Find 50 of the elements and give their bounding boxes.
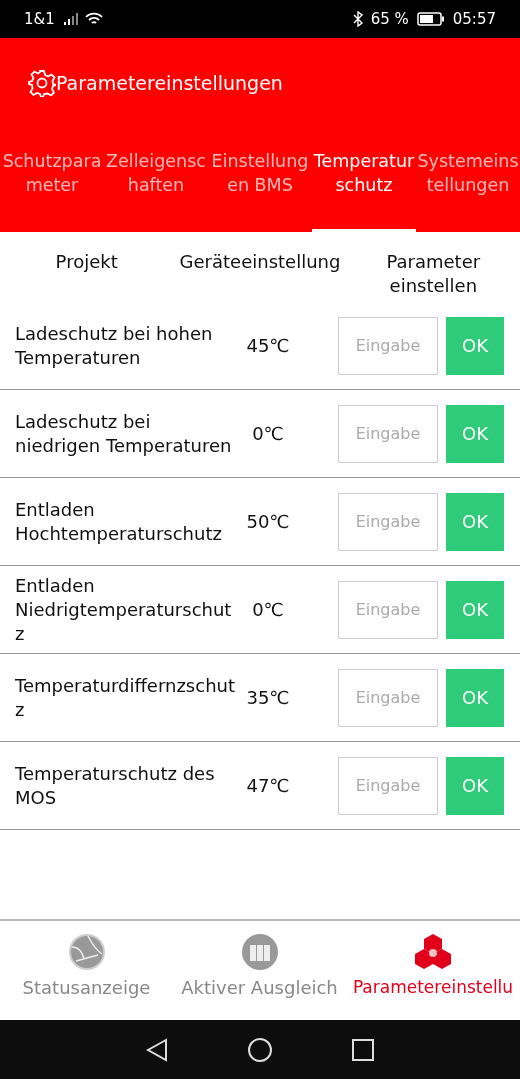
tab[interactable]: Zelleigenschaften xyxy=(104,109,208,232)
input-field[interactable]: Eingabe xyxy=(338,492,438,551)
tab[interactable]: Temperaturschutz xyxy=(312,109,416,232)
parameter-value: 0℃ xyxy=(251,599,285,620)
parameter-value: 47℃ xyxy=(245,775,291,796)
tab[interactable]: Systemeinstellungen xyxy=(416,109,520,232)
battery-icon xyxy=(416,12,445,26)
battery-cells-icon xyxy=(240,933,279,971)
column-header: Projekt xyxy=(54,250,119,274)
input-field[interactable]: Eingabe xyxy=(338,668,438,727)
ok-button[interactable]: OK xyxy=(446,756,504,815)
parameter-name: Ladeschutz bei niedrigen Temperaturen xyxy=(15,409,233,458)
tab[interactable]: Einstellungen BMS xyxy=(208,109,312,232)
wifi-icon xyxy=(84,12,103,26)
ok-button[interactable]: OK xyxy=(446,580,504,639)
bluetooth-icon xyxy=(352,11,363,27)
nav-tab[interactable]: Aktiver Ausgleich xyxy=(173,921,346,1020)
page-title: Parametereinstellungen xyxy=(56,72,283,94)
input-field[interactable]: Eingabe xyxy=(338,404,438,463)
input-field[interactable]: Eingabe xyxy=(338,316,438,375)
globe-icon xyxy=(67,933,106,971)
clock-time: 05:57 xyxy=(452,10,496,28)
nav-tab[interactable]: Statusanzeige xyxy=(0,921,173,1020)
parameter-name: Temperaturdiffernzschutz xyxy=(15,673,237,722)
tab[interactable]: Schutzparameter xyxy=(0,109,104,232)
parameter-name: Entladen Niedrigtemperaturschutz xyxy=(15,573,233,646)
battery-percent: 65 % xyxy=(370,10,409,28)
ok-button[interactable]: OK xyxy=(446,492,504,551)
parameter-name: Entladen Hochtemperaturschutz xyxy=(15,497,223,546)
input-field[interactable]: Eingabe xyxy=(338,756,438,815)
nav-tab[interactable]: Parametereinstellu xyxy=(346,921,520,1020)
parameter-value: 0℃ xyxy=(251,423,285,444)
cubes-icon xyxy=(414,933,452,971)
carrier-name: 1&1 xyxy=(24,10,55,28)
ok-button[interactable]: OK xyxy=(446,404,504,463)
ok-button[interactable]: OK xyxy=(446,668,504,727)
parameter-value: 35℃ xyxy=(245,687,291,708)
recents-icon[interactable] xyxy=(352,1038,374,1061)
column-header: Geräteeinstellung xyxy=(178,250,342,274)
home-icon[interactable] xyxy=(248,1037,272,1062)
input-field[interactable]: Eingabe xyxy=(338,580,438,639)
parameter-name: Temperaturschutz des MOS xyxy=(15,761,216,810)
parameter-name: Ladeschutz bei hohen Temperaturen xyxy=(15,321,214,370)
column-header: Parameter einstellen xyxy=(385,250,482,298)
parameter-value: 50℃ xyxy=(245,511,291,532)
ok-button[interactable]: OK xyxy=(446,316,504,375)
back-icon[interactable] xyxy=(146,1037,168,1062)
parameter-value: 45℃ xyxy=(245,335,291,356)
signal-icon xyxy=(62,12,79,25)
settings-icon xyxy=(28,69,56,97)
